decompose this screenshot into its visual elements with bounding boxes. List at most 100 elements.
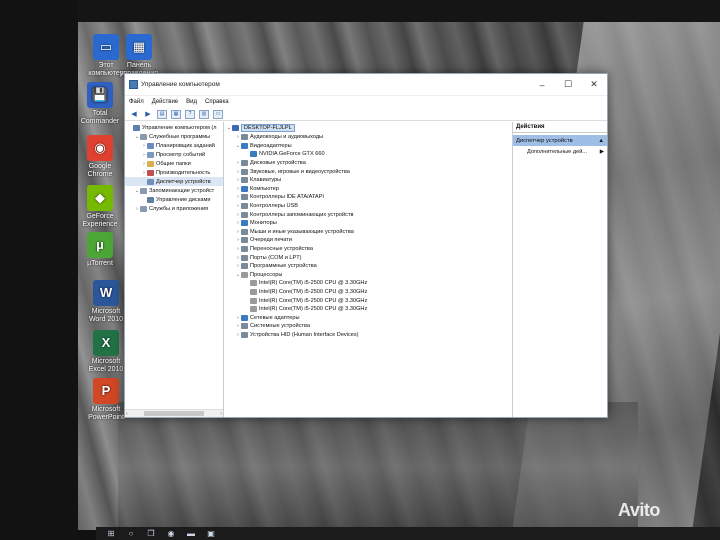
device-category[interactable]: ⌄ Видеоадаптеры	[224, 142, 512, 151]
device-category[interactable]: › Программные устройства	[224, 262, 512, 271]
tree-node-icon	[133, 124, 140, 131]
explorer-taskbar-icon[interactable]: ▬	[186, 529, 196, 539]
tree-item[interactable]: Управление компьютером (л	[125, 123, 223, 132]
device-icon	[241, 314, 248, 321]
desktop-shortcut[interactable]: P Microsoft PowerPoint	[84, 378, 128, 422]
device-item[interactable]: NVIDIA GeForce GTX 660	[224, 150, 512, 159]
device-category[interactable]: › Системные устройства	[224, 322, 512, 331]
collapse-up-icon[interactable]: ▲	[598, 138, 604, 144]
device-category[interactable]: › Компьютер	[224, 185, 512, 194]
device-category[interactable]: › Очереди печати	[224, 236, 512, 245]
device-category[interactable]: › Порты (COM и LPT)	[224, 253, 512, 262]
device-category[interactable]: › Контроллеры USB	[224, 202, 512, 211]
device-label: DESKTOP-FLJLPL	[241, 124, 295, 132]
device-category[interactable]: › Контроллеры IDE ATA/ATAPI	[224, 193, 512, 202]
word-icon: W	[93, 280, 119, 306]
scroll-right-icon[interactable]: ›	[220, 411, 222, 417]
tree-item[interactable]: › Общие папки	[125, 159, 223, 168]
properties-icon[interactable]: ▦	[171, 109, 181, 119]
menu-action[interactable]: Действие	[152, 99, 178, 105]
device-label: Клавиатуры	[250, 177, 282, 184]
device-icon	[241, 177, 248, 184]
tree-item-label: Общие папки	[156, 160, 191, 167]
tree-node-icon	[147, 178, 154, 185]
desktop-shortcut[interactable]: 💾 Total Commander	[78, 82, 122, 126]
device-category[interactable]: ⌄ Процессоры	[224, 271, 512, 280]
desktop-shortcut-label: Google Chrome	[87, 163, 113, 178]
show-pane-icon[interactable]: ▥	[199, 109, 209, 119]
tree-item[interactable]: ⌄ Служебные программы	[125, 132, 223, 141]
search-icon[interactable]: ○	[126, 529, 136, 539]
device-item[interactable]: Intel(R) Core(TM) i5-2500 CPU @ 3.30GHz	[224, 296, 512, 305]
minimize-button[interactable]: –	[529, 74, 555, 96]
help-icon[interactable]: ?	[185, 109, 195, 119]
tree-item[interactable]: › Планировщик заданий	[125, 141, 223, 150]
computer-management-window[interactable]: Управление компьютером – ☐ ✕ Файл Действ…	[124, 73, 608, 418]
device-root[interactable]: ⌄ DESKTOP-FLJLPL	[224, 123, 512, 133]
back-arrow-icon[interactable]: ◀	[129, 110, 139, 119]
show-tree-icon[interactable]: ▤	[157, 109, 167, 119]
actions-more[interactable]: Дополнительные дей... ▶	[513, 146, 607, 157]
desktop-shortcut[interactable]: ◉ Google Chrome	[78, 135, 122, 179]
avito-watermark: Avito	[618, 500, 660, 520]
desktop-shortcut-label: Total Commander	[80, 110, 120, 125]
device-item[interactable]: Intel(R) Core(TM) i5-2500 CPU @ 3.30GHz	[224, 279, 512, 288]
tree-item[interactable]: › Просмотр событий	[125, 150, 223, 159]
maximize-button[interactable]: ☐	[555, 74, 581, 96]
device-icon	[241, 168, 248, 175]
tree-node-icon	[147, 151, 154, 158]
device-category[interactable]: › Дисковые устройства	[224, 159, 512, 168]
computer-management-taskbar-icon[interactable]: ▣	[206, 529, 216, 539]
device-category[interactable]: › Контроллеры запоминающих устройств	[224, 210, 512, 219]
device-category[interactable]: › Переносные устройства	[224, 245, 512, 254]
forward-arrow-icon[interactable]: ▶	[143, 110, 153, 119]
task-view-icon[interactable]: ❐	[146, 529, 156, 539]
device-category[interactable]: › Мониторы	[224, 219, 512, 228]
title-bar[interactable]: Управление компьютером – ☐ ✕	[125, 74, 607, 96]
device-category[interactable]: › Звуковые, игровые и видеоустройства	[224, 167, 512, 176]
device-label: Intel(R) Core(TM) i5-2500 CPU @ 3.30GHz	[259, 288, 368, 295]
close-button[interactable]: ✕	[581, 74, 607, 96]
monitor-icon[interactable]: ▭	[213, 109, 223, 119]
tree-item[interactable]: › Производительность	[125, 168, 223, 177]
device-category[interactable]: › Аудиовходы и аудиовыходы	[224, 133, 512, 142]
tree-item[interactable]: › Службы и приложения	[125, 204, 223, 213]
device-icon	[250, 280, 257, 287]
tree-item[interactable]: ⌄ Запоминающие устройст	[125, 186, 223, 195]
device-category[interactable]: › Сетевые адаптеры	[224, 313, 512, 322]
geforce-icon: ◆	[87, 185, 113, 211]
windows-start-icon[interactable]: ⊞	[106, 529, 116, 539]
scroll-left-icon[interactable]: ‹	[126, 411, 128, 417]
device-label: Программные устройства	[250, 263, 317, 270]
desktop-shortcut[interactable]: X Microsoft Excel 2010	[84, 330, 128, 374]
desktop-shortcut[interactable]: µ µTorrent	[78, 232, 122, 268]
device-label: Системные устройства	[250, 323, 311, 330]
computer-icon: ▭	[93, 34, 119, 60]
tree-item[interactable]: Диспетчер устройств	[125, 177, 223, 186]
device-icon	[241, 323, 248, 330]
desktop-shortcut[interactable]: W Microsoft Word 2010	[84, 280, 128, 324]
desktop-shortcut[interactable]: ◆ GeForce Experience	[78, 185, 122, 229]
desktop-shortcut-label: Microsoft Word 2010	[88, 308, 124, 323]
console-tree: Управление компьютером (л ⌄ Служебные прог…	[125, 122, 224, 417]
device-category[interactable]: › Устройства HID (Human Interface Devices…	[224, 331, 512, 340]
tree-item-label: Запоминающие устройст	[149, 187, 215, 194]
device-category[interactable]: › Мыши и иные указывающие устройства	[224, 228, 512, 237]
scroll-thumb[interactable]	[144, 411, 204, 416]
menu-help[interactable]: Справка	[205, 99, 229, 105]
chrome-taskbar-icon[interactable]: ◉	[166, 529, 176, 539]
tree-item-label: Просмотр событий	[156, 151, 206, 158]
device-item[interactable]: Intel(R) Core(TM) i5-2500 CPU @ 3.30GHz	[224, 305, 512, 314]
tree-item[interactable]: Управление дисками	[125, 195, 223, 204]
tree-horizontal-scrollbar[interactable]: ‹ ›	[125, 409, 223, 417]
device-icon	[241, 194, 248, 201]
total-commander-icon: 💾	[87, 82, 113, 108]
monitor-bezel-left	[0, 0, 78, 540]
device-icon	[241, 160, 248, 167]
device-item[interactable]: Intel(R) Core(TM) i5-2500 CPU @ 3.30GHz	[224, 288, 512, 297]
menu-view[interactable]: Вид	[186, 99, 197, 105]
desktop-shortcut[interactable]: ▦Панель управления	[117, 34, 161, 78]
menu-file[interactable]: Файл	[129, 99, 144, 105]
device-category[interactable]: › Клавиатуры	[224, 176, 512, 185]
actions-device-manager[interactable]: Диспетчер устройств ▲	[513, 135, 607, 146]
